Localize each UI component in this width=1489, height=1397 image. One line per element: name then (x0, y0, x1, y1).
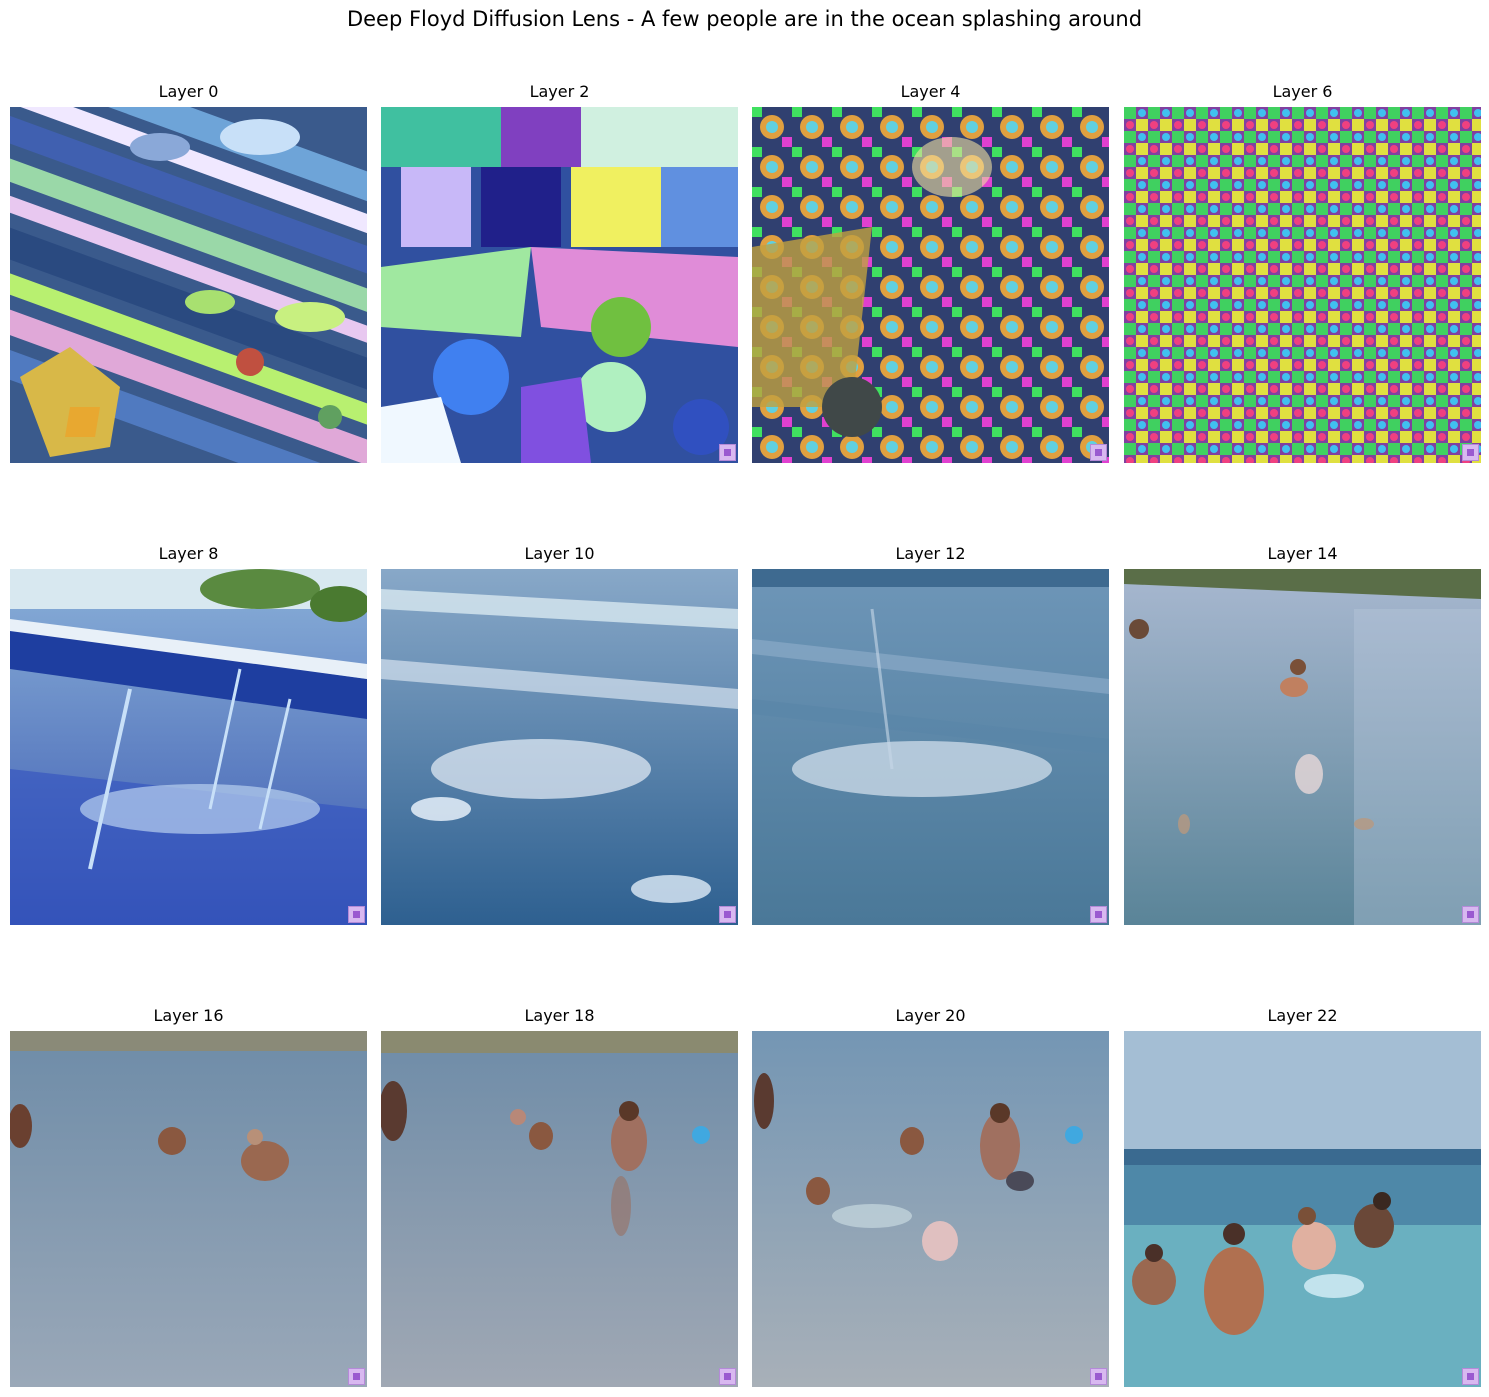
watermark-icon (719, 906, 736, 923)
layer-8-image (10, 569, 367, 925)
panel-layer-20: Layer 20 (752, 1006, 1109, 1388)
layer-2-image (381, 107, 738, 463)
panel-layer-8: Layer 8 (10, 544, 367, 926)
watermark-icon (1090, 906, 1107, 923)
layer-20-image (752, 1031, 1109, 1387)
panel-layer-10: Layer 10 (381, 544, 738, 926)
watermark-icon (1462, 444, 1479, 461)
panel-layer-0: Layer 0 (10, 82, 367, 464)
panel-layer-12: Layer 12 (752, 544, 1109, 926)
watermark-icon (1090, 1368, 1107, 1385)
layer-22-image (1124, 1031, 1481, 1387)
watermark-icon (719, 1368, 736, 1385)
panel-title: Layer 10 (524, 544, 595, 563)
figure-title: Deep Floyd Diffusion Lens - A few people… (346, 7, 1143, 31)
layer-10-image (381, 569, 738, 925)
panel-title: Layer 0 (158, 82, 219, 101)
layer-18-image (381, 1031, 738, 1387)
panel-title: Layer 22 (1267, 1006, 1338, 1025)
panel-title: Layer 12 (895, 544, 966, 563)
panel-layer-4: Layer 4 (752, 82, 1109, 464)
panel-title: Layer 4 (900, 82, 961, 101)
watermark-icon (1462, 1368, 1479, 1385)
watermark-icon (348, 1368, 365, 1385)
image-grid: Layer 0 Layer 2 Layer 4 Layer 6 Layer 8 … (10, 82, 1482, 1392)
layer-0-image (10, 107, 367, 463)
panel-title: Layer 8 (158, 544, 219, 563)
panel-layer-22: Layer 22 (1124, 1006, 1481, 1388)
layer-4-image (752, 107, 1109, 463)
watermark-icon (348, 906, 365, 923)
panel-layer-6: Layer 6 (1124, 82, 1481, 464)
layer-14-image (1124, 569, 1481, 925)
panel-title: Layer 2 (529, 82, 590, 101)
panel-title: Layer 16 (153, 1006, 224, 1025)
panel-layer-18: Layer 18 (381, 1006, 738, 1388)
panel-title: Layer 20 (895, 1006, 966, 1025)
layer-16-image (10, 1031, 367, 1387)
watermark-icon (719, 444, 736, 461)
watermark-icon (1462, 906, 1479, 923)
panel-title: Layer 18 (524, 1006, 595, 1025)
panel-layer-14: Layer 14 (1124, 544, 1481, 926)
panel-title: Layer 14 (1267, 544, 1338, 563)
panel-layer-16: Layer 16 (10, 1006, 367, 1388)
layer-12-image (752, 569, 1109, 925)
panel-layer-2: Layer 2 (381, 82, 738, 464)
layer-6-image (1124, 107, 1481, 463)
watermark-icon (1090, 444, 1107, 461)
panel-title: Layer 6 (1272, 82, 1333, 101)
